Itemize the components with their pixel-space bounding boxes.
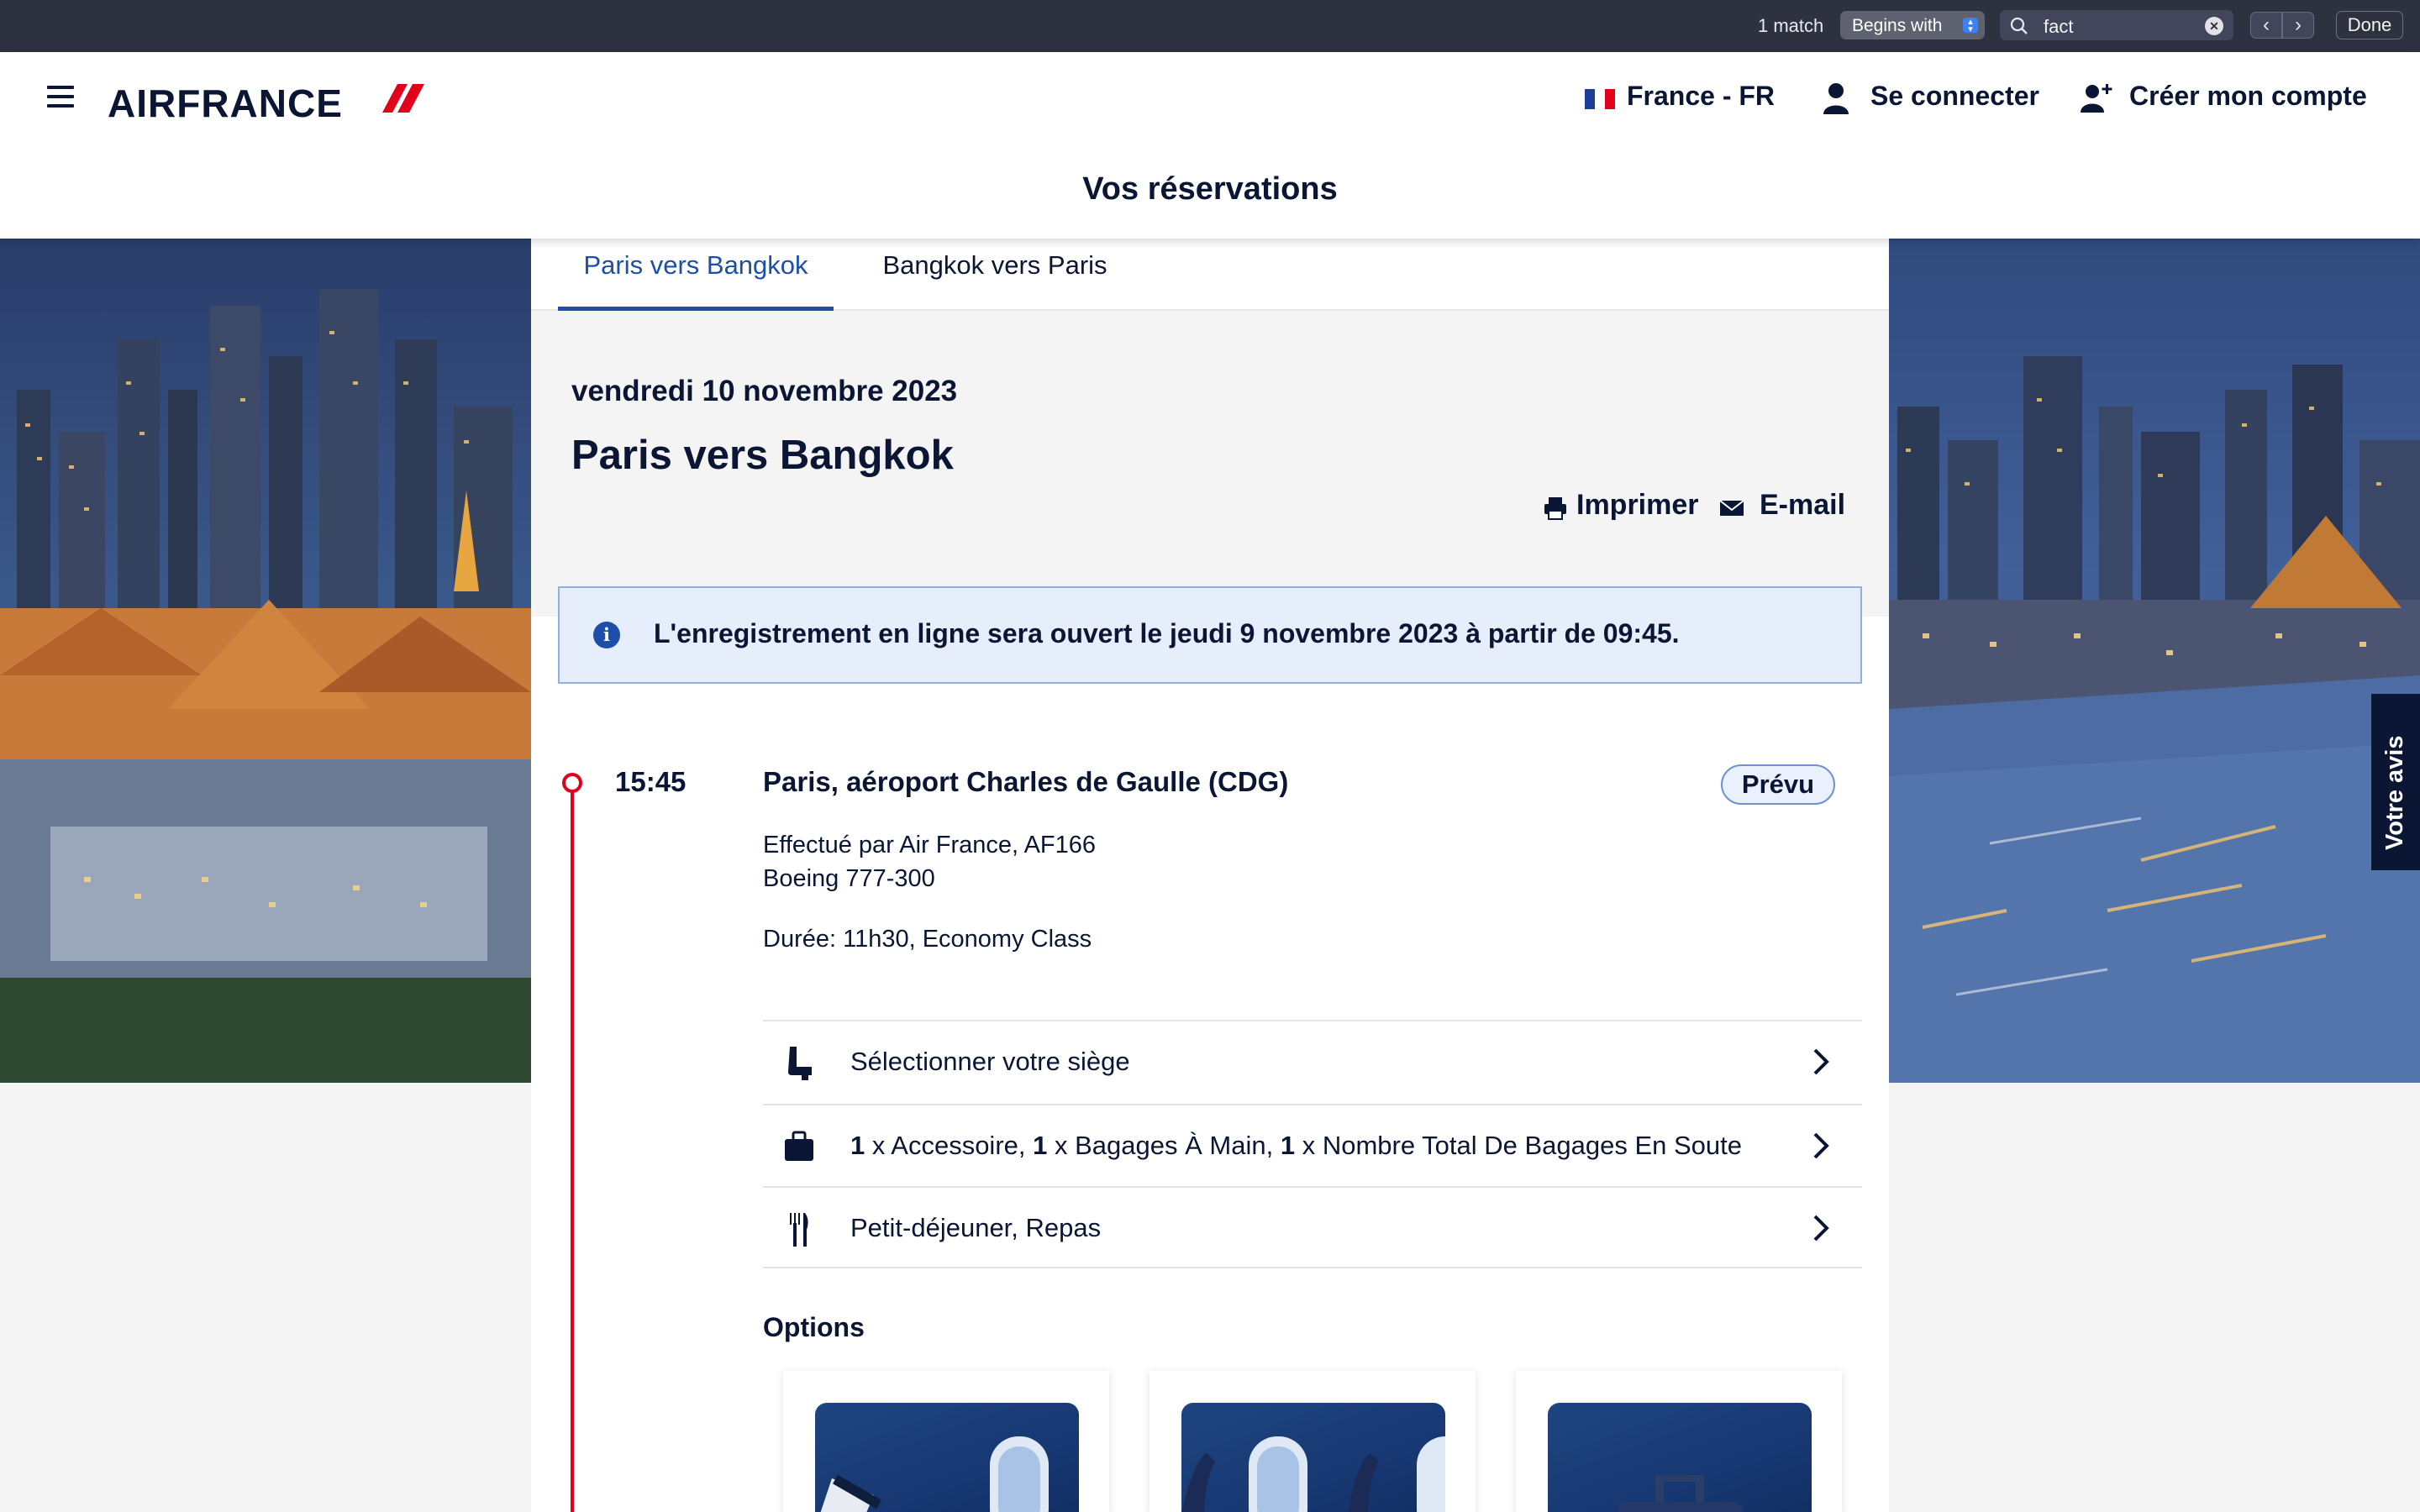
departure-airport: Paris, aéroport Charles de Gaulle (CDG) — [763, 766, 1289, 797]
email-icon — [1719, 500, 1744, 516]
airfrance-logo[interactable]: AIRFRANCE — [108, 81, 343, 126]
search-icon — [2010, 17, 2028, 34]
operated-by: Effectué par Air France, AF166 — [763, 832, 1097, 858]
find-done-button[interactable]: Done — [2336, 11, 2403, 39]
baggage-row[interactable]: 1 x Accessoire, 1 x Bagages À Main, 1 x … — [763, 1104, 1862, 1186]
select-seat-row[interactable]: Sélectionner votre siège — [763, 1020, 1862, 1102]
find-query-text[interactable]: fact — [2044, 16, 2073, 38]
print-button[interactable]: Imprimer — [1576, 489, 1699, 522]
hero-image-right — [1889, 239, 2420, 1083]
clear-icon[interactable]: ✕ — [2205, 17, 2223, 35]
find-match-count: 1 match — [1758, 15, 1824, 36]
sign-in-link[interactable]: Se connecter — [1870, 81, 2039, 112]
locale-selector[interactable]: France - FR — [1627, 81, 1775, 112]
baggage-icon — [785, 1131, 813, 1161]
add-user-icon — [2081, 84, 2112, 113]
aircraft-type: Boeing 777-300 — [763, 865, 935, 892]
departure-time: 15:45 — [615, 766, 687, 797]
find-next-button[interactable]: › — [2282, 12, 2314, 39]
site-header: AIRFRANCE France - FR Se connecter Créer… — [0, 52, 2420, 239]
option-image — [815, 1403, 1079, 1512]
france-flag-icon — [1585, 89, 1615, 109]
baggage-label: 1 x Accessoire, 1 x Bagages À Main, 1 x … — [850, 1131, 1742, 1160]
find-mode-select[interactable]: Begins with ▴ ▾ — [1840, 11, 1985, 39]
seat-icon — [788, 1047, 812, 1080]
option-card-extra-seat[interactable] — [1150, 1371, 1476, 1512]
info-icon: i — [593, 622, 620, 648]
flight-status-badge: Prévu — [1721, 764, 1835, 805]
option-card-seat-upgrade[interactable] — [783, 1371, 1109, 1512]
chevron-right-icon: › — [2295, 13, 2302, 36]
menu-icon[interactable] — [47, 86, 74, 113]
chevron-right-icon — [1813, 1132, 1829, 1159]
reservation-panel: Paris vers Bangkok Bangkok vers Paris — [531, 239, 1889, 1512]
user-icon — [1823, 83, 1849, 114]
email-button[interactable]: E-mail — [1760, 489, 1845, 522]
find-previous-button[interactable]: ‹ — [2250, 12, 2282, 39]
trip-route-title: Paris vers Bangkok — [571, 433, 954, 478]
option-image — [1181, 1403, 1445, 1512]
chevron-left-icon: ‹ — [2263, 13, 2270, 36]
print-icon — [1544, 497, 1566, 520]
meals-label: Petit-déjeuner, Repas — [850, 1213, 1102, 1242]
create-account-link[interactable]: Créer mon compte — [2129, 81, 2367, 112]
chevron-right-icon — [1813, 1215, 1829, 1242]
trip-date: vendredi 10 novembre 2023 — [571, 375, 958, 407]
updown-chevron-icon: ▴ ▾ — [1963, 18, 1978, 34]
checkin-info-banner: i L'enregistrement en ligne sera ouvert … — [558, 586, 1862, 684]
timeline-line — [571, 783, 574, 1512]
feedback-label: Votre avis — [2381, 735, 2408, 850]
find-search-field[interactable]: fact ✕ — [2000, 10, 2233, 40]
option-image — [1548, 1403, 1812, 1512]
duration-class: Durée: 11h30, Economy Class — [763, 926, 1092, 953]
tab-paris-bangkok[interactable]: Paris vers Bangkok — [558, 250, 834, 311]
departure-dot-icon — [562, 773, 582, 793]
chevron-right-icon — [1813, 1048, 1829, 1075]
trip-tabs: Paris vers Bangkok Bangkok vers Paris — [531, 239, 1889, 311]
logo-slash-icon — [382, 84, 424, 113]
find-bar: 1 match Begins with ▴ ▾ fact ✕ ‹ › Done — [0, 0, 2420, 52]
select-seat-label: Sélectionner votre siège — [850, 1047, 1130, 1076]
find-mode-label: Begins with — [1852, 16, 1943, 35]
page-title: Vos réservations — [1082, 171, 1338, 207]
hero-image-left — [0, 239, 531, 1083]
checkin-info-text: L'enregistrement en ligne sera ouvert le… — [654, 618, 1680, 648]
meals-row[interactable]: Petit-déjeuner, Repas — [763, 1186, 1862, 1268]
options-title: Options — [763, 1312, 865, 1342]
cutlery-icon — [790, 1213, 808, 1247]
feedback-tab[interactable]: Votre avis — [2371, 694, 2420, 870]
tab-bangkok-paris[interactable]: Bangkok vers Paris — [859, 250, 1131, 311]
option-card-extra-baggage[interactable] — [1516, 1371, 1842, 1512]
